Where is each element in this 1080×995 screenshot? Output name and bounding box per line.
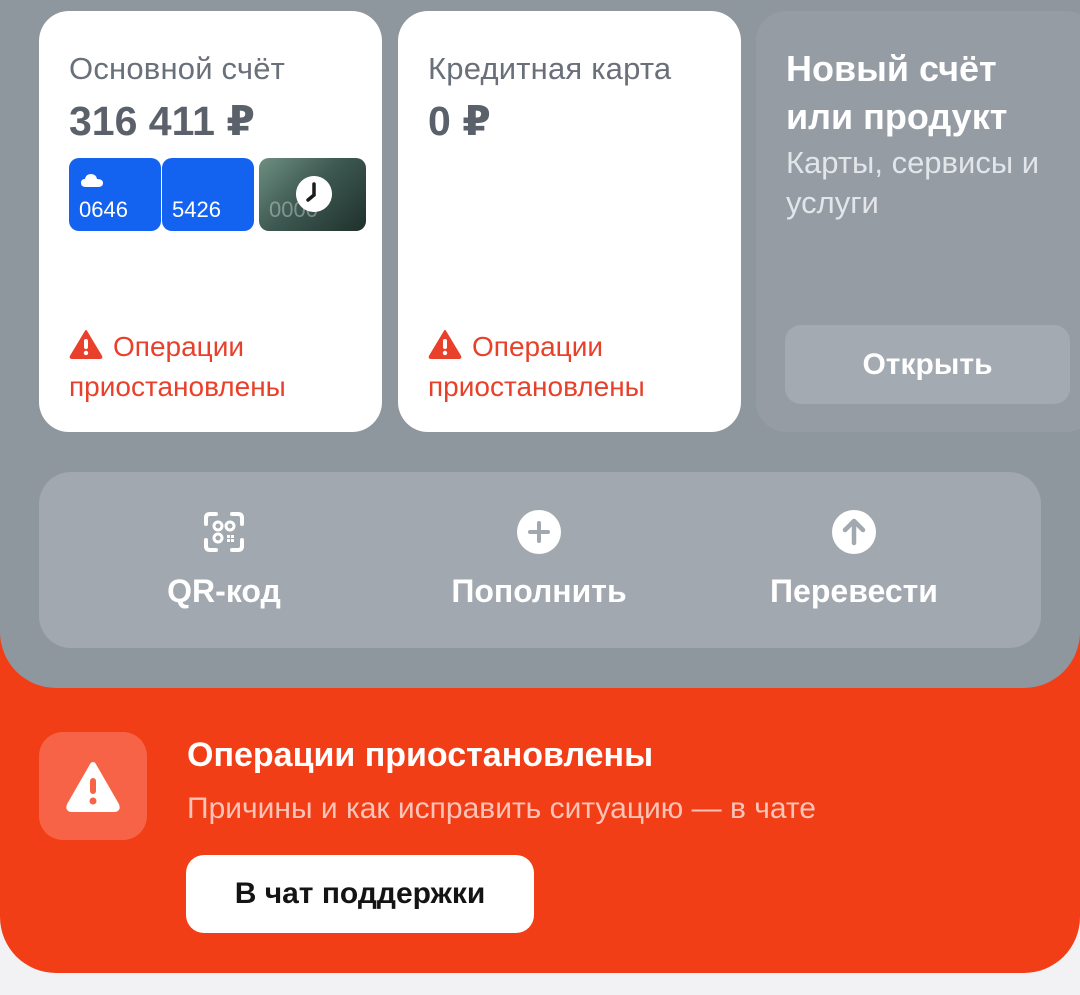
cloud-icon [81,174,103,187]
main-account-title: Основной счёт [69,51,286,86]
alert-subtitle: Причины и как исправить ситуацию — в чат… [187,792,816,825]
qr-code-action[interactable]: QR-код [59,472,389,648]
linked-cards: 0646 5426 0000 [69,158,369,233]
open-product-button[interactable]: Открыть [785,325,1070,404]
credit-card-balance: 0 ₽ [428,98,491,144]
credit-card-warning: Операции приостановлены [428,327,728,407]
arrow-up-circle-icon [832,510,876,554]
linked-card-0000[interactable]: 0000 [259,158,366,231]
top-up-action[interactable]: Пополнить [374,472,704,648]
warning-icon [66,762,120,812]
alert-title: Операции приостановлены [187,736,654,774]
card-number: 0646 [79,197,128,222]
linked-card-5426[interactable]: 5426 [162,158,254,231]
warning-icon [69,330,103,359]
credit-card-card[interactable]: Кредитная карта 0 ₽ Операции приостановл… [398,11,741,432]
plus-circle-icon [517,510,561,554]
main-account-card[interactable]: Основной счёт 316 411 ₽ 0646 5426 0000 О… [39,11,382,432]
new-product-card[interactable]: Новый счёт или продукт Карты, сервисы и … [756,11,1080,432]
transfer-label: Перевести [770,573,938,609]
linked-card-0646[interactable]: 0646 [69,158,161,231]
credit-card-title: Кредитная карта [428,51,672,86]
new-product-subtitle: Карты, сервисы и услуги [786,145,1040,220]
qr-scan-icon [204,512,244,552]
accounts-panel: Основной счёт 316 411 ₽ 0646 5426 0000 О… [0,0,1080,688]
main-account-warning: Операции приостановлены [69,327,369,407]
warning-icon [428,330,462,359]
qr-code-label: QR-код [167,573,281,609]
quick-actions: QR-код Пополнить Перевести [39,472,1041,648]
clock-icon [296,176,332,212]
card-number: 5426 [172,197,221,222]
support-chat-button[interactable]: В чат поддержки [186,855,534,933]
transfer-action[interactable]: Перевести [689,472,1019,648]
new-product-title: Новый счёт или продукт [786,48,1008,137]
alert-icon-box [39,732,147,840]
main-account-balance: 316 411 ₽ [69,98,255,144]
top-up-label: Пополнить [451,573,627,609]
